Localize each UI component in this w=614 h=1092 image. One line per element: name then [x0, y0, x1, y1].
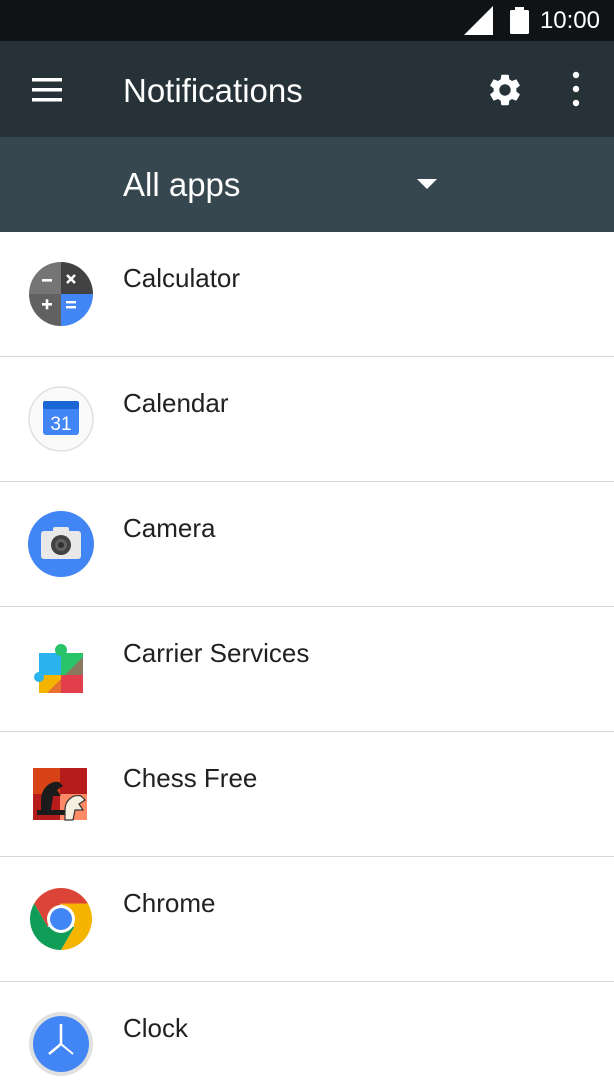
- list-item-carrier-services[interactable]: Carrier Services: [0, 607, 614, 732]
- app-name: Chrome: [123, 888, 216, 918]
- overflow-menu-icon[interactable]: [566, 70, 586, 110]
- hamburger-menu-icon[interactable]: [30, 76, 64, 104]
- list-item-calendar[interactable]: 31 Calendar: [0, 357, 614, 482]
- app-name: Chess Free: [123, 763, 258, 793]
- list-item-clock[interactable]: Clock: [0, 982, 614, 1092]
- status-bar: 10:00: [0, 0, 614, 41]
- list-item-camera[interactable]: Camera: [0, 482, 614, 607]
- chrome-icon: [29, 888, 93, 950]
- app-name: Clock: [123, 1013, 189, 1043]
- filter-selected-label: All apps: [123, 166, 241, 203]
- gear-icon[interactable]: [486, 71, 524, 109]
- chess-free-icon: [33, 768, 87, 821]
- calendar-icon-date: 31: [50, 414, 71, 435]
- camera-icon: [28, 511, 94, 577]
- list-item-chrome[interactable]: Chrome: [0, 857, 614, 982]
- app-toolbar: Notifications: [0, 41, 614, 137]
- list-item-chess-free[interactable]: Chess Free: [0, 732, 614, 857]
- app-name: Calendar: [123, 388, 229, 418]
- status-time: 10:00: [539, 7, 600, 34]
- calendar-icon: 31: [28, 386, 94, 452]
- app-name: Camera: [123, 513, 216, 543]
- app-name: Carrier Services: [123, 638, 310, 668]
- signal-icon: [464, 6, 493, 35]
- clock-icon: [29, 1012, 93, 1076]
- app-list: Calculator 31 Calendar Camera Carrier Se…: [0, 232, 614, 1092]
- app-filter-dropdown[interactable]: All apps: [0, 137, 614, 232]
- calculator-icon: [29, 262, 93, 326]
- dropdown-arrow-icon: [417, 179, 437, 189]
- carrier-services-icon: [34, 644, 83, 693]
- battery-icon: [510, 7, 529, 34]
- app-name: Calculator: [123, 263, 241, 293]
- list-item-calculator[interactable]: Calculator: [0, 232, 614, 357]
- page-title: Notifications: [123, 72, 303, 109]
